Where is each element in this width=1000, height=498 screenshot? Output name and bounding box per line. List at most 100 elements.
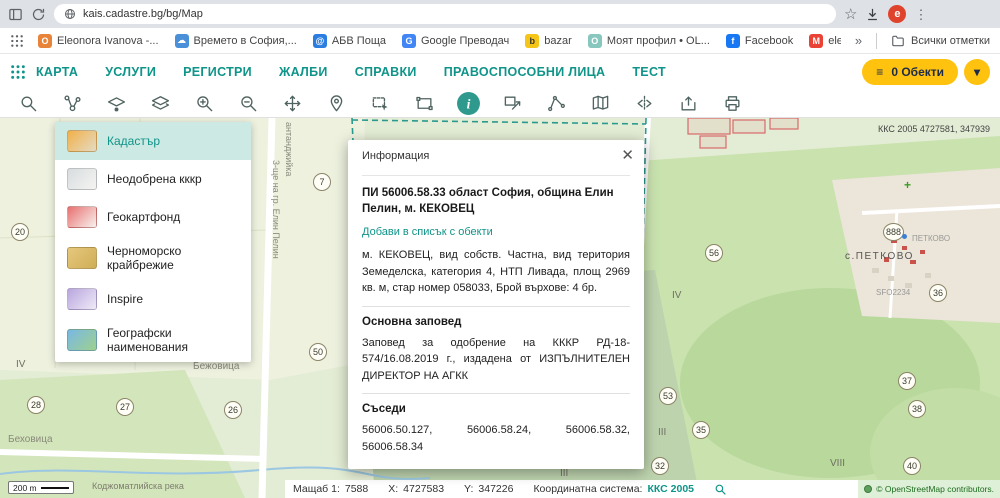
bookmark-star-icon[interactable]: ☆: [844, 7, 857, 22]
nav-item[interactable]: СПРАВКИ: [355, 65, 417, 79]
all-bookmarks-button[interactable]: Всички отметки: [891, 34, 990, 48]
map-label: IV: [16, 359, 26, 370]
layer-label: Геокартфонд: [107, 210, 181, 224]
parcel-number-badge: 38: [908, 400, 926, 418]
toolbar-location-button[interactable]: [314, 90, 358, 118]
map-point-marker: [902, 234, 907, 239]
apps-grid-icon[interactable]: [10, 34, 24, 48]
bookmarks-overflow-icon[interactable]: »: [855, 33, 862, 48]
popup-body: ПИ 56006.58.33 област София, община Елин…: [348, 169, 644, 469]
search-icon: [19, 94, 38, 113]
layer-item[interactable]: Inspire: [55, 280, 251, 318]
nav-item[interactable]: УСЛУГИ: [105, 65, 156, 79]
layer-thumbnail-icon: [67, 206, 97, 228]
toolbar-export-button[interactable]: [666, 90, 710, 118]
layers-icon: [151, 94, 170, 113]
browser-topbar: kais.cadastre.bg/bg/Map ☆ e ⋮: [0, 0, 1000, 28]
bookmark-item[interactable]: M eleonora.bo.iv@gm...: [809, 33, 841, 48]
layer-label: Географски наименования: [107, 326, 188, 354]
objects-expand-button[interactable]: ▾: [964, 59, 990, 85]
bookmark-item[interactable]: G Google Преводач: [401, 33, 509, 48]
bookmarks-list: O Eleonora Ivanova -... ☁ Времето в Софи…: [38, 33, 841, 48]
export-icon: [679, 94, 698, 113]
layer-item[interactable]: Географски наименования: [55, 318, 251, 362]
nav-item[interactable]: КАРТА: [36, 65, 78, 79]
address-bar[interactable]: kais.cadastre.bg/bg/Map: [54, 4, 836, 24]
folder-icon: [892, 35, 904, 46]
browser-menu-icon[interactable]: ⋮: [914, 8, 927, 21]
bookmark-item[interactable]: f Facebook: [725, 33, 793, 48]
identify-icon: [503, 94, 522, 113]
toolbar-zoom-in-button[interactable]: [182, 90, 226, 118]
popup-header: Информация ✕: [348, 140, 644, 169]
info-popup: Информация ✕ ПИ 56006.58.33 област София…: [348, 140, 644, 470]
toolbar-measure-button[interactable]: [534, 90, 578, 118]
map-label: ККС 2005 4727581, 347939: [878, 124, 990, 134]
side-panel-icon[interactable]: [8, 7, 23, 22]
close-icon[interactable]: ✕: [621, 148, 634, 163]
bookmark-item[interactable]: @ АБВ Поща: [312, 33, 386, 48]
layer-item[interactable]: Геокартфонд: [55, 198, 251, 236]
toolbar-pan-button[interactable]: [270, 90, 314, 118]
bookmark-item[interactable]: b bazar: [525, 33, 572, 48]
toolbar-network-button[interactable]: [50, 90, 94, 118]
toolbar-compare-button[interactable]: [622, 90, 666, 118]
toolbar-layers-point-button[interactable]: [94, 90, 138, 118]
nav-menu: КАРТА УСЛУГИ РЕГИСТРИ ЖАЛБИ СПРАВКИ ПРАВОСПОС…: [36, 65, 666, 79]
app-navbar: КАРТА УСЛУГИ РЕГИСТРИ ЖАЛБИ СПРАВКИ ПРАВОСПОС…: [0, 54, 1000, 90]
print-icon: [723, 94, 742, 113]
layer-thumbnail-icon: [67, 247, 97, 269]
layer-label: Неодобрена кккр: [107, 172, 202, 186]
order-text: Заповед за одобрение на КККР РД-18-574/1…: [362, 336, 630, 382]
status-bar: Мащаб 1: 7588 X: 4727583 Y: 347226 Координа…: [285, 480, 1000, 498]
nav-item[interactable]: ЖАЛБИ: [279, 65, 328, 79]
toolbar-zoom-out-button[interactable]: [226, 90, 270, 118]
layer-item[interactable]: Черноморско крайбрежие: [55, 236, 251, 280]
parcel-number-badge: 35: [692, 421, 710, 439]
info-icon: i: [456, 91, 481, 116]
toolbar-layers-button[interactable]: [138, 90, 182, 118]
parcel-number-badge: 20: [11, 223, 29, 241]
bookmark-item[interactable]: ☁ Времето в София,...: [174, 33, 297, 48]
toolbar-search-button[interactable]: [6, 90, 50, 118]
neighbors-heading: Съседи: [362, 403, 406, 416]
layer-item[interactable]: Кадастър: [55, 122, 251, 160]
profile-avatar[interactable]: e: [888, 5, 907, 23]
toolbar-map-sheets-button[interactable]: [578, 90, 622, 118]
refresh-icon[interactable]: [31, 7, 46, 22]
bookmark-item[interactable]: O Eleonora Ivanova -...: [38, 33, 159, 48]
bookmark-favicon: @: [312, 33, 327, 48]
add-to-objects-link[interactable]: Добави в списък с обекти: [362, 226, 630, 238]
layer-label: Кадастър: [107, 134, 161, 148]
parcel-number-badge: 36: [929, 284, 947, 302]
objects-button[interactable]: ≡ 0 Обекти: [862, 59, 958, 85]
coordinate-search-icon[interactable]: [714, 483, 727, 496]
nav-item[interactable]: ПРАВОСПОСОБНИ ЛИЦА: [444, 65, 606, 79]
osm-attribution[interactable]: © OpenStreetMap contributors.: [858, 480, 1000, 498]
parcel-details: м. КЕКОВЕЦ, вид собств. Частна, вид тери…: [362, 249, 630, 295]
bookmark-item[interactable]: O Моят профил • OL...: [587, 33, 710, 48]
map-label: SFO2234: [876, 288, 911, 297]
map-label: 3-ще на гр. Елин Пелин: [271, 160, 281, 259]
parcel-number-badge: 26: [224, 401, 242, 419]
crs-selector[interactable]: ККС 2005: [647, 483, 694, 495]
downloads-icon[interactable]: [865, 7, 880, 22]
map-label: ПЕТКОВО: [912, 234, 951, 243]
map-label: +: [904, 178, 912, 192]
toolbar-select-area-button[interactable]: [358, 90, 402, 118]
toolbar-identify-button[interactable]: [490, 90, 534, 118]
parcel-number-badge: 888: [883, 223, 905, 241]
pan-icon: [283, 94, 302, 113]
app-grid-icon[interactable]: [10, 64, 26, 80]
location-icon: [327, 94, 346, 113]
nav-item[interactable]: ТЕСТ: [632, 65, 666, 79]
site-info-icon[interactable]: [64, 8, 76, 20]
layer-item[interactable]: Неодобрена кккр: [55, 160, 251, 198]
zoom-out-icon: [239, 94, 258, 113]
toolbar-print-button[interactable]: [710, 90, 754, 118]
toolbar-info-button[interactable]: i: [446, 90, 490, 118]
scale-value: 7588: [344, 483, 369, 495]
toolbar-draw-rect-button[interactable]: [402, 90, 446, 118]
nav-item[interactable]: РЕГИСТРИ: [183, 65, 252, 79]
x-label: X:: [388, 483, 399, 495]
